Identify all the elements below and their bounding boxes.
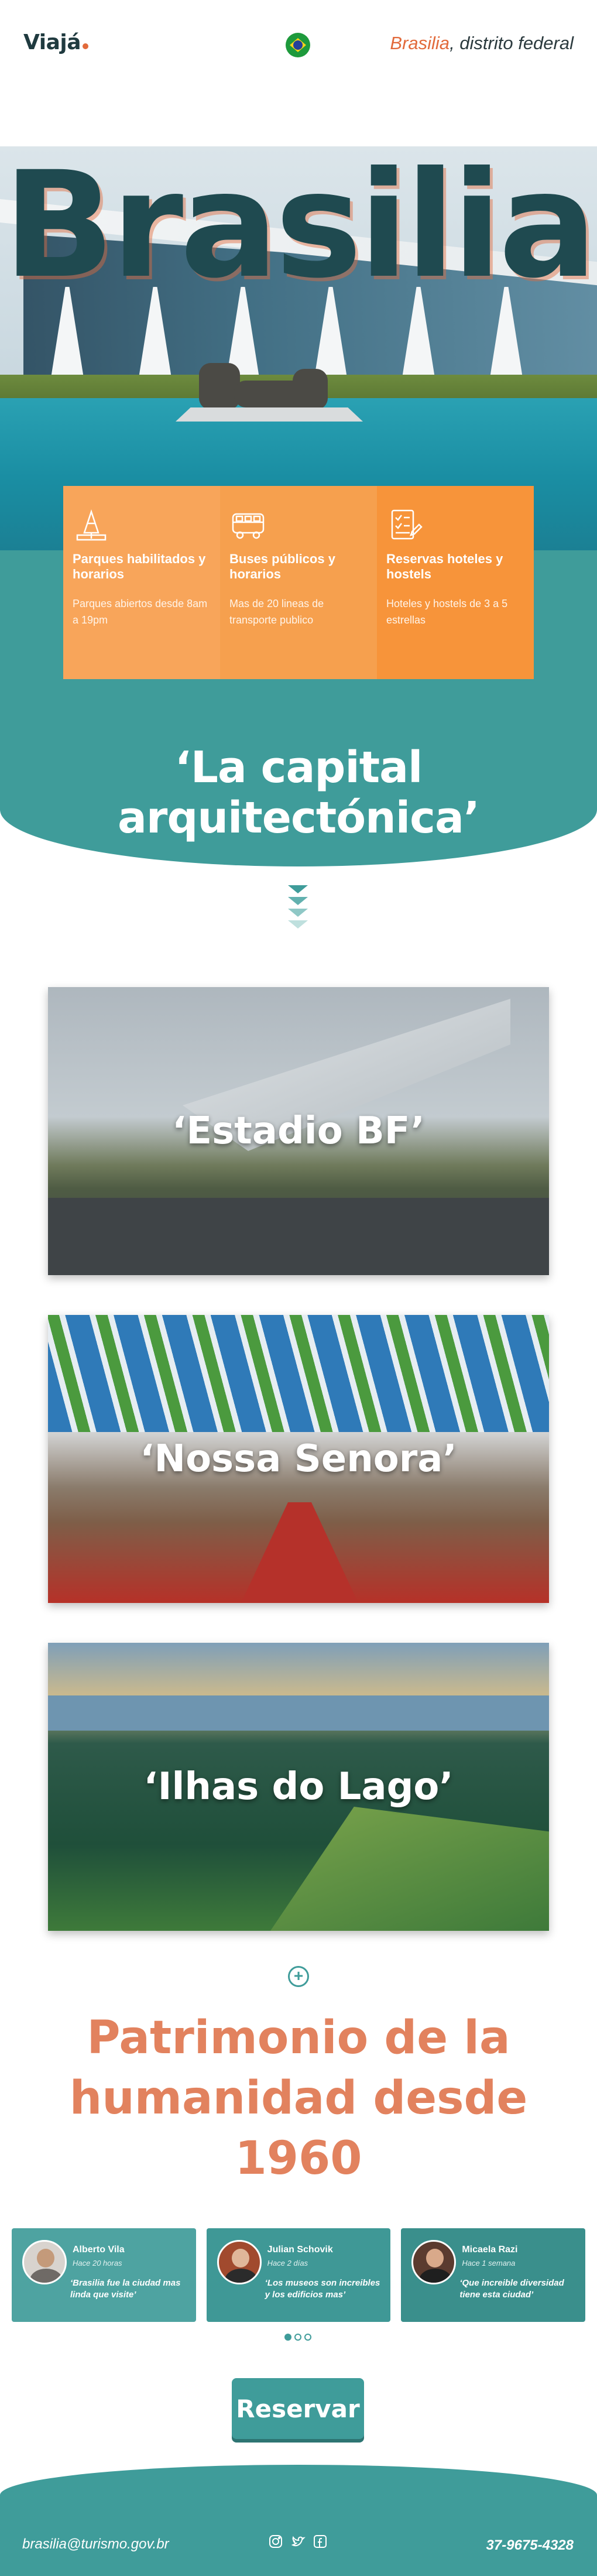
- testimonial-card[interactable]: Micaela Razi Hace 1 semana ‘Que increibl…: [401, 2228, 586, 2322]
- feature-title: Buses públicos y horarios: [229, 551, 335, 581]
- card-estadio[interactable]: ‘Estadio BF’: [48, 987, 549, 1275]
- bus-icon: [232, 513, 265, 539]
- facebook-icon[interactable]: [313, 2534, 328, 2549]
- twitter-icon[interactable]: [290, 2534, 306, 2549]
- logo[interactable]: Viajá: [23, 30, 88, 54]
- scroll-down-icon[interactable]: [288, 885, 309, 932]
- sculpture: [176, 340, 363, 422]
- location-city: Brasilia: [390, 33, 450, 53]
- card-nossa-senora[interactable]: ‘Nossa Senora’: [48, 1315, 549, 1603]
- heritage-heading: Patrimonio de la humanidad desde 1960: [69, 2012, 528, 2185]
- avatar: [217, 2240, 262, 2284]
- feature-title: Parques habilitados y horarios: [73, 551, 206, 581]
- location-region: , distrito federal: [450, 33, 574, 53]
- feature-desc: Hoteles y hostels de 3 a 5 estrellas: [386, 597, 508, 626]
- site-header: Viajá Brasilia, distrito federal: [0, 0, 597, 88]
- logo-dot: [83, 43, 88, 49]
- carousel-dot[interactable]: [284, 2334, 291, 2341]
- feature-desc: Mas de 20 lineas de transporte publico: [229, 597, 324, 626]
- testimonial-time: Hace 20 horas: [73, 2259, 122, 2267]
- location-label: Brasilia, distrito federal: [390, 33, 574, 54]
- brazil-flag-icon[interactable]: [286, 33, 310, 57]
- social-links: [268, 2534, 328, 2549]
- testimonial-name: Micaela Razi: [462, 2245, 518, 2255]
- feature-title: Reservas hoteles y hostels: [386, 551, 503, 581]
- footer-email[interactable]: brasilia@turismo.gov.br: [22, 2536, 169, 2553]
- feature-hotels[interactable]: Reservas hoteles y hostels Hoteles y hos…: [377, 486, 534, 679]
- reserve-button[interactable]: Reservar: [232, 2378, 364, 2439]
- avatar: [411, 2240, 457, 2284]
- testimonials: Alberto Vila Hace 20 horas ‘Brasilia fue…: [12, 2228, 586, 2322]
- carousel-dot[interactable]: [304, 2334, 311, 2341]
- carousel-dots: [284, 2334, 311, 2341]
- testimonial-quote: ‘Los museos son increibles y los edifici…: [265, 2278, 380, 2300]
- feature-parks[interactable]: Parques habilitados y horarios Parques a…: [63, 486, 220, 679]
- site-footer: brasilia@turismo.gov.br 37-9675-4328: [0, 2465, 597, 2576]
- plus-icon[interactable]: +: [288, 1966, 309, 1987]
- testimonial-card[interactable]: Alberto Vila Hace 20 horas ‘Brasilia fue…: [12, 2228, 196, 2322]
- park-icon: [76, 509, 107, 541]
- testimonial-quote: ‘Que increible diversidad tiene esta ciu…: [459, 2278, 564, 2300]
- card-title: ‘Estadio BF’: [172, 1109, 425, 1153]
- testimonial-quote: ‘Brasilia fue la ciudad mas linda que vi…: [70, 2278, 181, 2300]
- card-title: ‘Nossa Senora’: [140, 1437, 457, 1481]
- hero-title: Brasilia: [3, 146, 597, 310]
- carousel-dot[interactable]: [294, 2334, 301, 2341]
- footer-phone[interactable]: 37-9675-4328: [486, 2537, 574, 2554]
- avatar: [22, 2240, 67, 2284]
- card-ilhas-do-lago[interactable]: ‘Ilhas do Lago’: [48, 1643, 549, 1931]
- testimonial-time: Hace 2 días: [267, 2259, 308, 2267]
- testimonial-card[interactable]: Julian Schovik Hace 2 días ‘Los museos s…: [206, 2228, 391, 2322]
- tagline: ‘La capital arquitectónica’: [117, 742, 480, 843]
- hotel-checklist-icon: [391, 509, 423, 540]
- feature-buses[interactable]: Buses públicos y horarios Mas de 20 line…: [220, 486, 377, 679]
- testimonial-name: Alberto Vila: [73, 2245, 125, 2255]
- features-panel: Parques habilitados y horarios Parques a…: [63, 486, 534, 679]
- card-title: ‘Ilhas do Lago’: [143, 1765, 454, 1808]
- instagram-icon[interactable]: [268, 2534, 283, 2549]
- testimonial-time: Hace 1 semana: [462, 2259, 516, 2267]
- logo-text: Viajá: [23, 30, 81, 54]
- testimonial-name: Julian Schovik: [267, 2245, 333, 2255]
- feature-desc: Parques abiertos desde 8am a 19pm: [73, 597, 208, 626]
